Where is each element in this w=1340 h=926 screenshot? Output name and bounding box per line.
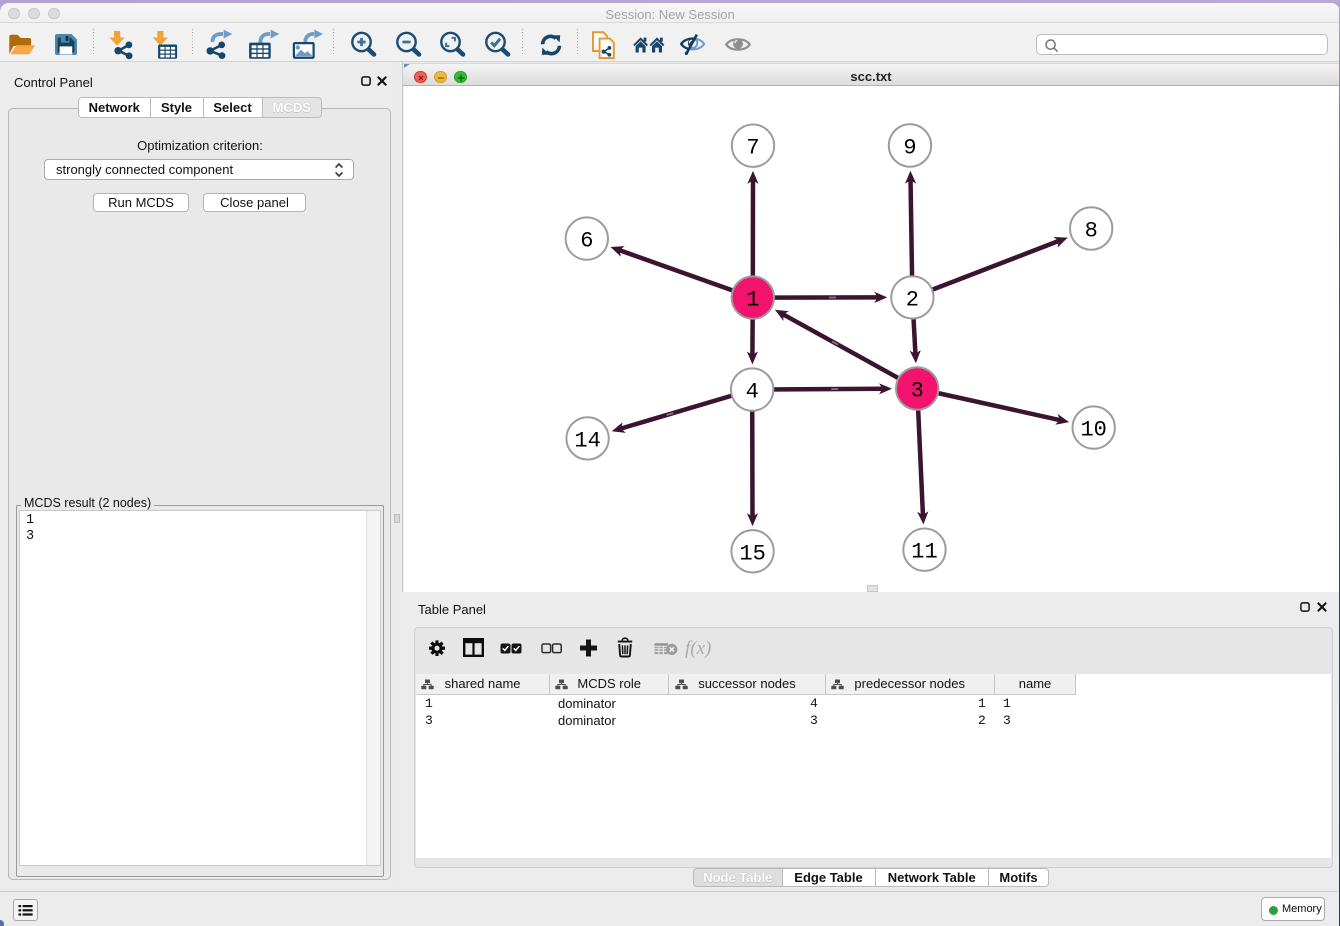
svg-text:14: 14 xyxy=(574,428,600,453)
svg-text:6: 6 xyxy=(580,229,593,254)
svg-text:15: 15 xyxy=(739,541,765,566)
svg-text:2: 2 xyxy=(906,287,919,312)
svg-text:4: 4 xyxy=(746,380,759,405)
svg-text:10: 10 xyxy=(1080,418,1106,443)
svg-text:9: 9 xyxy=(903,136,916,161)
svg-text:1: 1 xyxy=(746,288,759,313)
svg-text:7: 7 xyxy=(746,136,759,161)
svg-text:3: 3 xyxy=(911,379,924,404)
svg-text:11: 11 xyxy=(911,540,937,565)
svg-text:8: 8 xyxy=(1085,219,1098,244)
